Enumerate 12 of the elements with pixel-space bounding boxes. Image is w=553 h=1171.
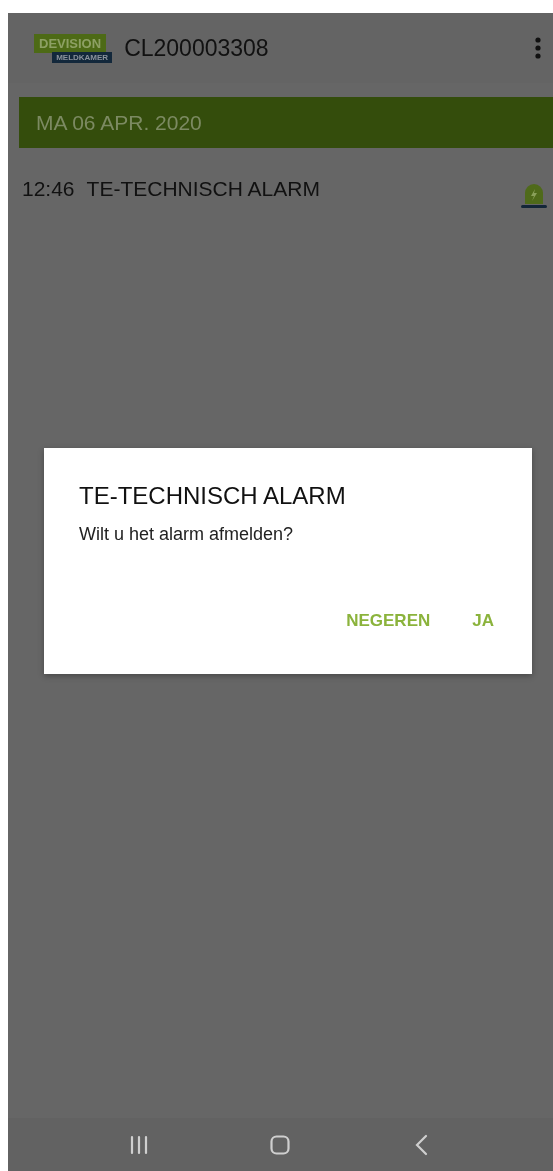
more-options-icon[interactable] bbox=[535, 37, 541, 59]
alarm-time: 12:46 bbox=[22, 177, 75, 201]
logo-text: DEVISION bbox=[34, 33, 107, 53]
dialog-message: Wilt u het alarm afmelden? bbox=[79, 524, 295, 545]
dialog-button[interactable]: NEGEREN bbox=[338, 605, 439, 637]
app-title: CL200003308 bbox=[124, 34, 270, 62]
dialog-title: TE-TECHNISCH ALARM bbox=[79, 482, 347, 510]
home-icon[interactable] bbox=[269, 1133, 292, 1156]
dialog-button[interactable]: JA bbox=[464, 605, 502, 637]
alarm-label[interactable]: TE-TECHNISCH ALARM bbox=[86, 177, 520, 201]
date-header: MA 06 APR. 2020 bbox=[19, 97, 553, 148]
logo-subtext: MELDKAMER bbox=[52, 51, 113, 63]
